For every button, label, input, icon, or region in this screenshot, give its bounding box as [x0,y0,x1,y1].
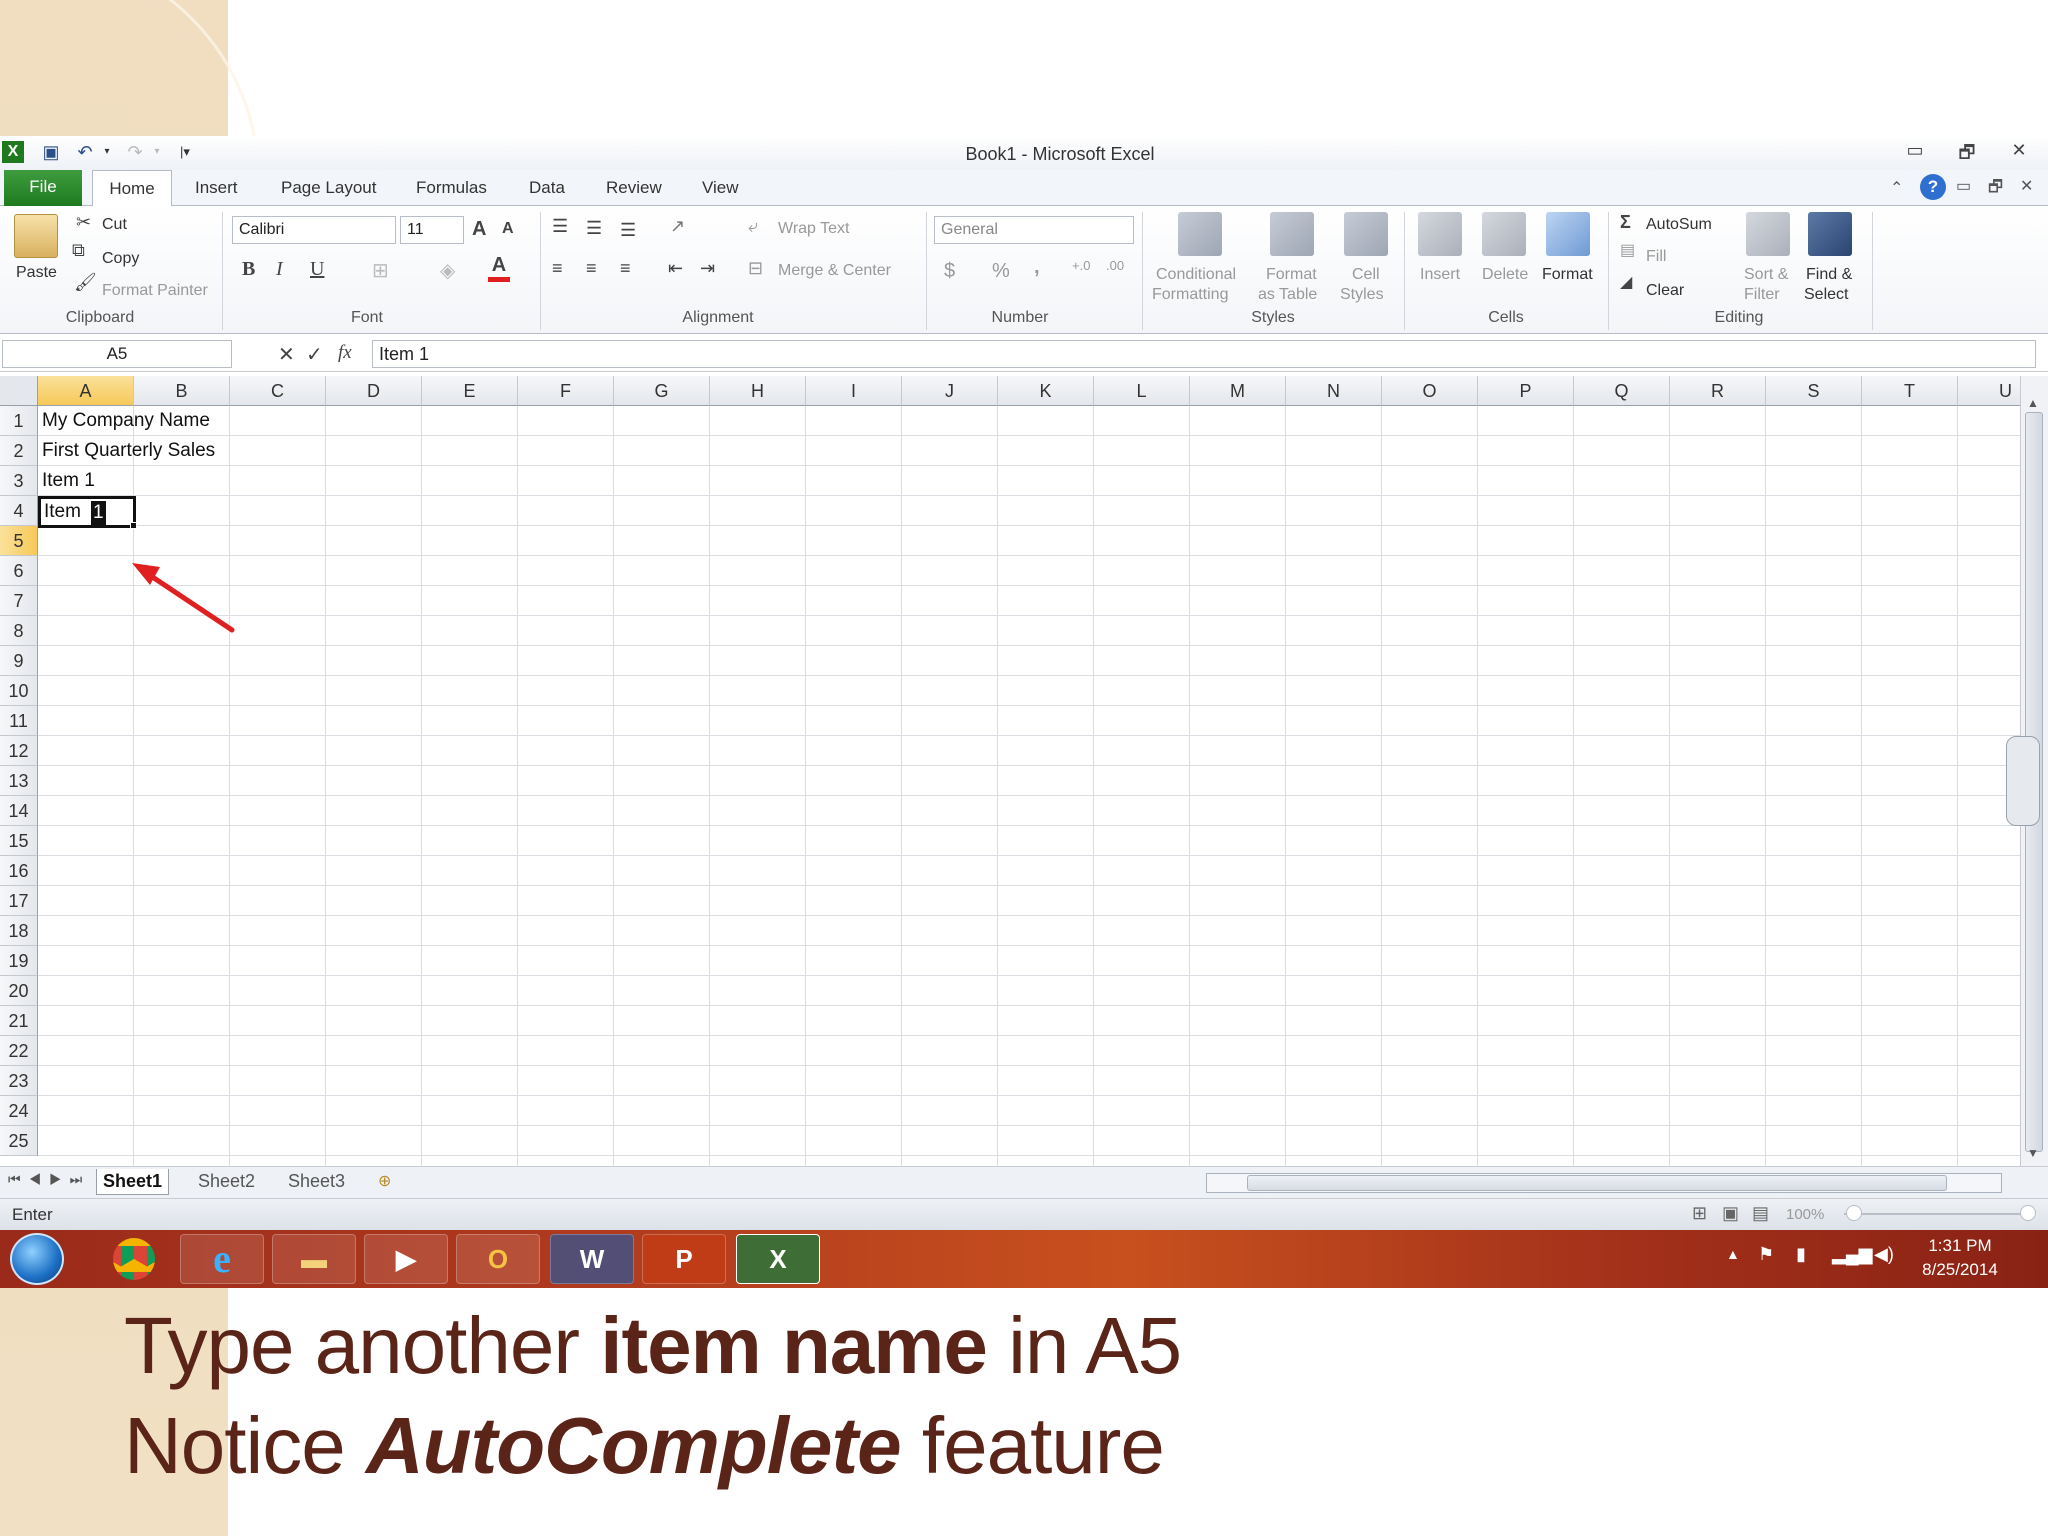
caption-line-2: Notice AutoComplete feature [124,1400,1165,1492]
caption-1-text-a: Type another [124,1301,601,1390]
caption-1-text-c: in A5 [986,1301,1182,1390]
caption-2-text-c: feature [900,1401,1165,1490]
caption-line-1: Type another item name in A5 [124,1300,1182,1392]
caption-2-text-a: Notice [124,1401,366,1490]
caption-2-text-b: AutoComplete [365,1401,902,1490]
caption-1-text-b: item name [600,1301,988,1390]
